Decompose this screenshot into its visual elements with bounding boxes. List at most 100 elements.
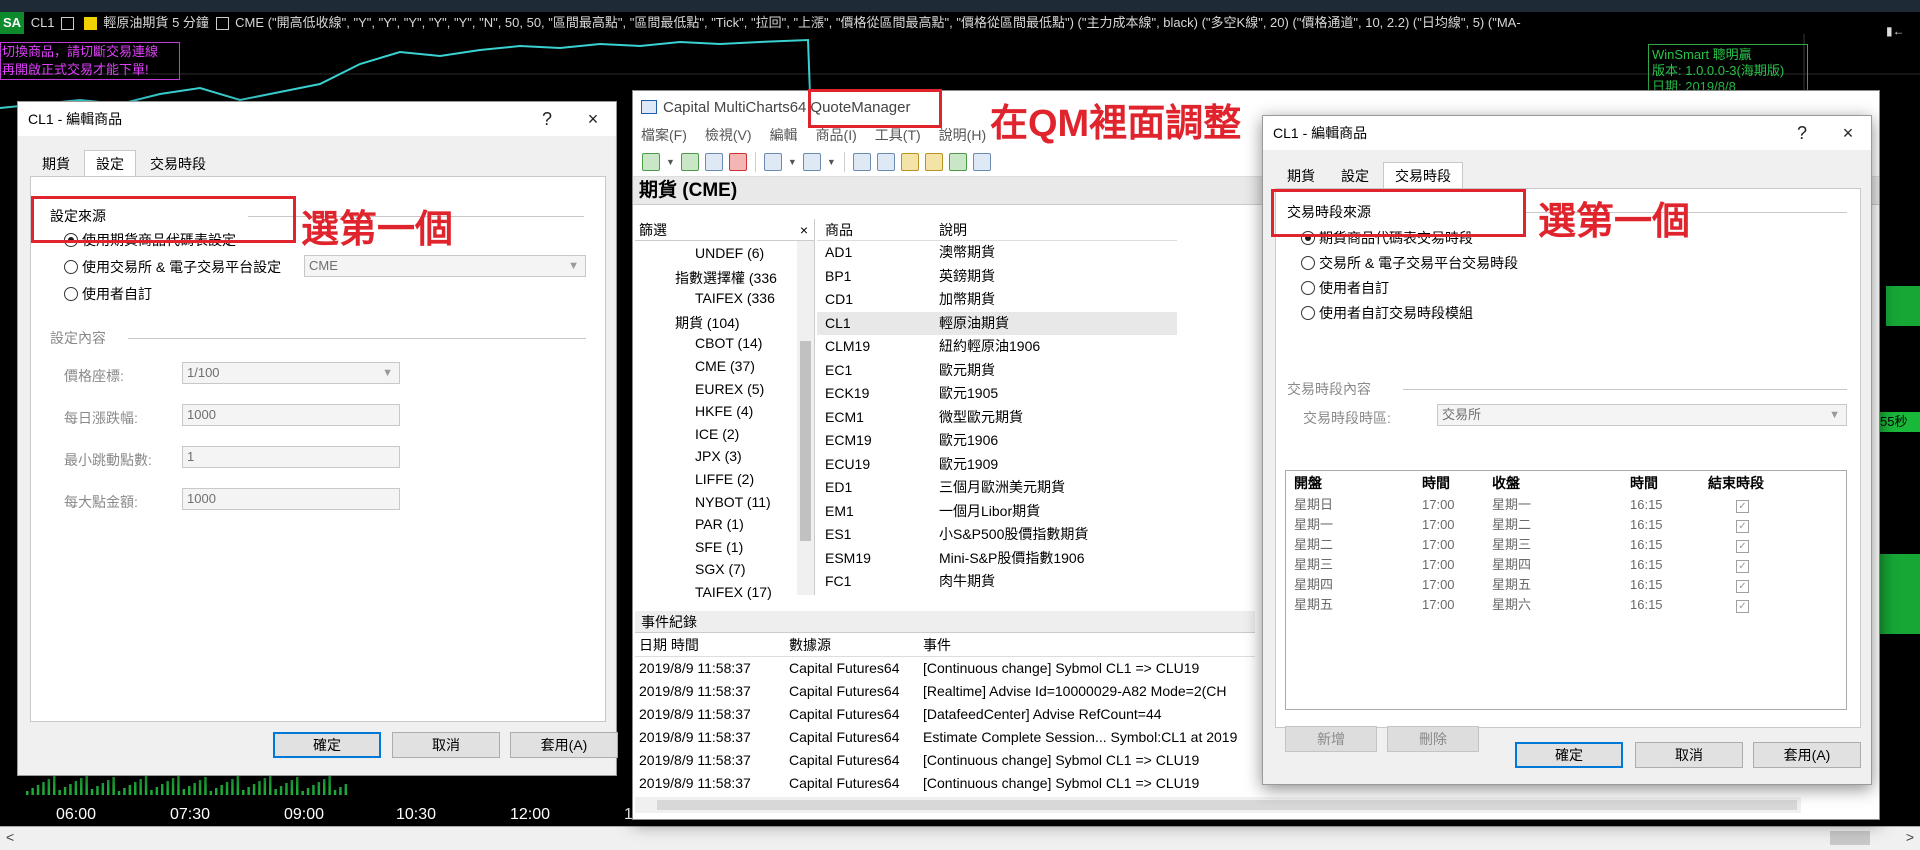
close-icon[interactable]: ×	[1825, 123, 1871, 144]
menu-help[interactable]: 說明(H)	[939, 125, 986, 145]
tree-item[interactable]: HKFE (4)	[695, 403, 753, 419]
end-session-checkbox[interactable]: ✓	[1736, 540, 1749, 553]
column-header-source[interactable]: 數據源	[785, 633, 919, 656]
cancel-button[interactable]: 取消	[1635, 742, 1743, 768]
close-icon[interactable]: ×	[570, 109, 616, 130]
radio-custom-template[interactable]: 使用者自訂交易時段模組	[1301, 303, 1473, 323]
scroll-thumb[interactable]	[657, 800, 1797, 810]
cancel-button[interactable]: 取消	[392, 732, 500, 758]
tab-settings[interactable]: 設定	[84, 150, 136, 179]
end-session-checkbox[interactable]: ✓	[1736, 560, 1749, 573]
close-icon[interactable]: ×	[800, 219, 808, 241]
settings-icon[interactable]	[704, 152, 723, 171]
tree-item[interactable]: PAR (1)	[695, 516, 744, 532]
ok-button[interactable]: 確定	[1515, 742, 1623, 768]
radio-button[interactable]	[64, 287, 78, 301]
help-icon[interactable]: ?	[1779, 123, 1825, 144]
tab-futures[interactable]: 期貨	[1275, 162, 1327, 191]
tree-item[interactable]: LIFFE (2)	[695, 471, 754, 487]
event-row[interactable]: 2019/8/9 11:58:37 Capital Futures64 [Conti…	[635, 749, 1255, 772]
delete-icon[interactable]	[728, 152, 747, 171]
apply-button[interactable]: 套用(A)	[510, 732, 618, 758]
menu-edit[interactable]: 編輯	[770, 125, 798, 145]
study-tag[interactable]: SA	[0, 12, 25, 34]
daily-limit-input[interactable]: 1000	[182, 404, 400, 426]
list-item[interactable]: ES1 小S&P500股價指數期貨	[817, 523, 1177, 547]
export-icon[interactable]	[802, 152, 821, 171]
list-item[interactable]: EM1 一個月Libor期貨	[817, 500, 1177, 524]
session-row[interactable]: 星期一 17:00 星期二 16:15 ✓	[1286, 515, 1846, 535]
end-session-checkbox[interactable]: ✓	[1736, 600, 1749, 613]
menu-view[interactable]: 檢視(V)	[705, 125, 752, 145]
price-scale-select[interactable]: 1/100 ▼	[182, 362, 400, 384]
tree-item[interactable]: 期貨 (104)	[675, 313, 740, 333]
dropdown-icon[interactable]: ▼	[788, 157, 797, 167]
tab-futures[interactable]: 期貨	[30, 150, 82, 179]
radio-button[interactable]	[64, 260, 78, 274]
list-item[interactable]: CD1 加幣期貨	[817, 288, 1177, 312]
tab-trading-session[interactable]: 交易時段	[1383, 162, 1463, 191]
list-item[interactable]: ECM19 歐元1906	[817, 429, 1177, 453]
event-row[interactable]: 2019/8/9 11:58:37 Capital Futures64 [Conti…	[635, 657, 1255, 680]
dropdown-icon[interactable]: ▼	[827, 157, 836, 167]
column-header-symbol[interactable]: 商品	[817, 219, 935, 240]
radio-button[interactable]	[1301, 256, 1315, 270]
point-value-input[interactable]: 1000	[182, 488, 400, 510]
radio-custom-session[interactable]: 使用者自訂	[1301, 278, 1389, 298]
table-icon[interactable]	[852, 152, 871, 171]
scroll-right-icon[interactable]: >	[1906, 829, 1914, 845]
exchange-select[interactable]: CME ▼	[304, 255, 586, 277]
apply-button[interactable]: 套用(A)	[1753, 742, 1861, 768]
dropdown-icon[interactable]	[215, 17, 229, 31]
session-row[interactable]: 星期五 17:00 星期六 16:15 ✓	[1286, 595, 1846, 615]
list-item[interactable]: ECM1 微型歐元期貨	[817, 406, 1177, 430]
event-row[interactable]: 2019/8/9 11:58:37 Capital Futures64 Estima…	[635, 726, 1255, 749]
tree-item[interactable]: ICE (2)	[695, 426, 739, 442]
tree-item[interactable]: UNDEF (6)	[695, 245, 764, 261]
list-item[interactable]: CL1 輕原油期貨	[817, 311, 1177, 335]
flag-icon[interactable]	[83, 17, 97, 31]
list-item[interactable]: ESM19 Mini-S&P股價指數1906	[817, 547, 1177, 571]
session-row[interactable]: 星期二 17:00 星期三 16:15 ✓	[1286, 535, 1846, 555]
scroll-thumb[interactable]	[800, 341, 811, 541]
radio-button[interactable]	[1301, 281, 1315, 295]
timezone-select[interactable]: 交易所 ▼	[1437, 404, 1847, 426]
column-header-event[interactable]: 事件	[919, 633, 1255, 656]
clock-icon[interactable]	[900, 152, 919, 171]
column-header-description[interactable]: 說明	[935, 219, 1177, 240]
list-item[interactable]: CLM19 紐約輕原油1906	[817, 335, 1177, 359]
sheet-icon[interactable]	[948, 152, 967, 171]
chart-horizontal-scrollbar[interactable]: < >	[0, 826, 1920, 850]
min-tick-input[interactable]: 1	[182, 446, 400, 468]
tab-trading-session[interactable]: 交易時段	[138, 150, 218, 179]
scroll-left-icon[interactable]: <	[6, 829, 14, 845]
tree-item[interactable]: EUREX (5)	[695, 381, 764, 397]
end-session-checkbox[interactable]: ✓	[1736, 500, 1749, 513]
tree-item[interactable]: NYBOT (11)	[695, 494, 771, 510]
radio-button[interactable]	[1301, 306, 1315, 320]
tree-item[interactable]: TAIFEX (17)	[695, 584, 772, 600]
dropdown-icon[interactable]	[61, 17, 75, 31]
edit-symbol-icon[interactable]	[680, 152, 699, 171]
tree-item[interactable]: CBOT (14)	[695, 335, 762, 351]
ok-button[interactable]: 確定	[273, 732, 381, 758]
tree-item[interactable]: CME (37)	[695, 358, 755, 374]
end-session-checkbox[interactable]: ✓	[1736, 580, 1749, 593]
menu-tools[interactable]: 工具(T)	[875, 125, 921, 145]
tree-item[interactable]: SFE (1)	[695, 539, 743, 555]
session-row[interactable]: 星期日 17:00 星期一 16:15 ✓	[1286, 495, 1846, 515]
end-session-checkbox[interactable]: ✓	[1736, 520, 1749, 533]
column-header-datetime[interactable]: 日期 時間	[635, 633, 785, 656]
list-item[interactable]: EC1 歐元期貨	[817, 359, 1177, 383]
list-item[interactable]: AD1 澳幣期貨	[817, 241, 1177, 265]
bank-icon[interactable]	[924, 152, 943, 171]
help-icon[interactable]: ?	[524, 109, 570, 130]
scroll-thumb[interactable]	[1830, 831, 1870, 845]
dropdown-icon[interactable]: ▼	[666, 157, 675, 167]
event-row[interactable]: 2019/8/9 11:58:37 Capital Futures64 [Conti…	[635, 772, 1255, 795]
radio-exchange[interactable]: 使用交易所 & 電子交易平台設定	[64, 257, 281, 277]
event-row[interactable]: 2019/8/9 11:58:37 Capital Futures64 [Realt…	[635, 680, 1255, 703]
list-item[interactable]: ECK19 歐元1905	[817, 382, 1177, 406]
import-icon[interactable]	[763, 152, 782, 171]
list-item[interactable]: ED1 三個月歐洲美元期貨	[817, 476, 1177, 500]
